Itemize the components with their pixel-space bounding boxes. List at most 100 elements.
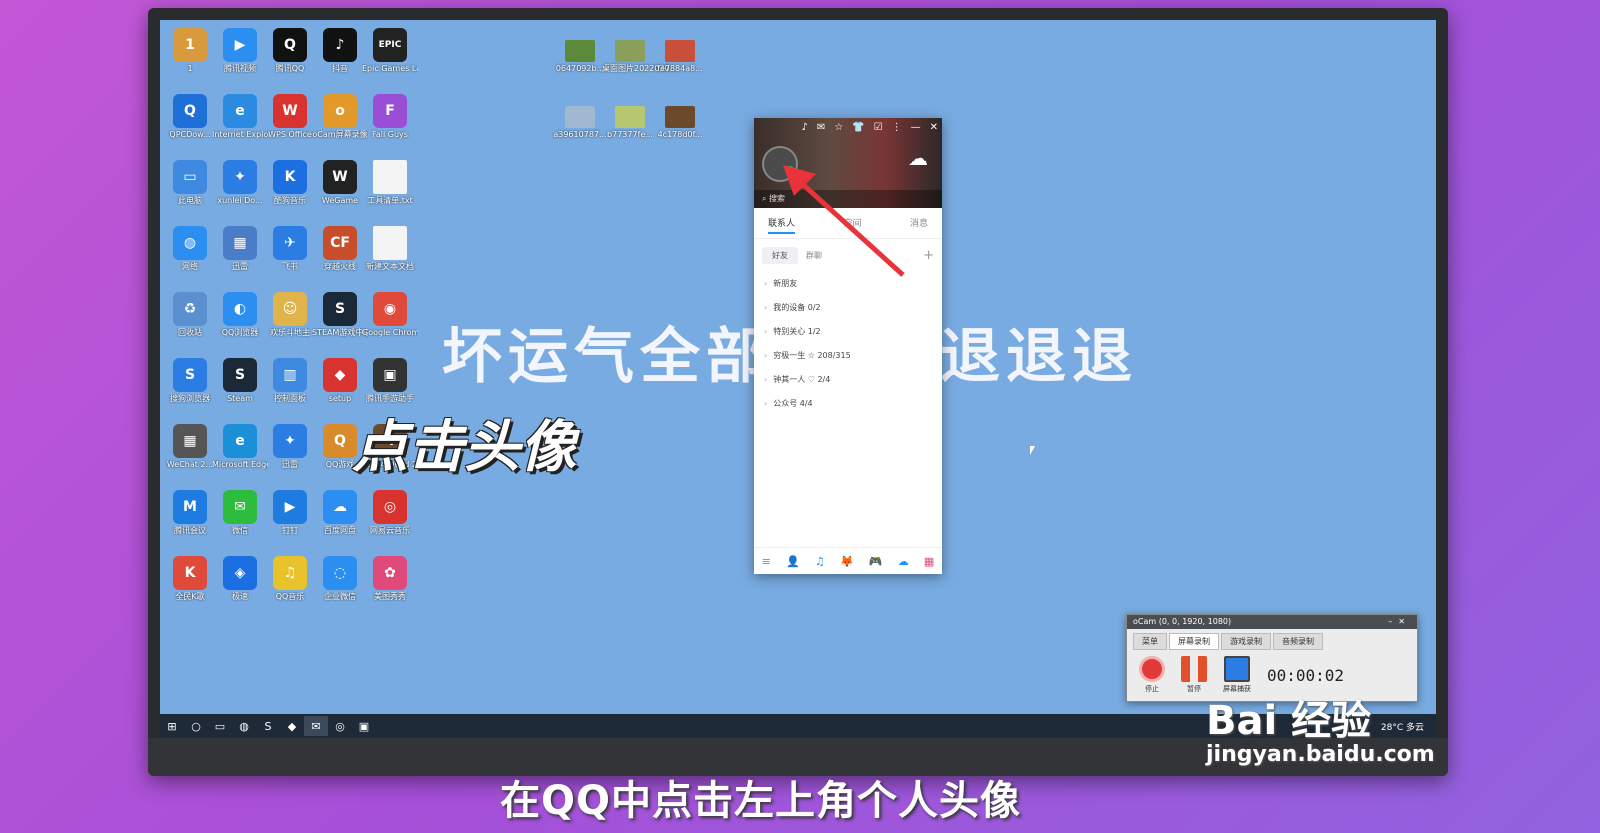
app-icon: ◆ [323,358,357,392]
desktop-icon[interactable]: e Internet Explorer [212,94,268,140]
desktop-icon[interactable]: 11 [162,28,218,74]
add-friend-icon[interactable]: 👤 [786,555,800,568]
desktop-icon[interactable]: ✦ xunlei Do... [212,160,268,206]
desktop-icon[interactable]: ☺ 欢乐斗地主 [262,292,318,338]
sogou-icon[interactable]: S [256,716,280,736]
desktop-icon[interactable]: ◐ QQ浏览器 [212,292,268,338]
desktop-icon[interactable]: ♻ 回收站 [162,292,218,338]
close-icon[interactable]: ✕ [1398,617,1411,626]
weather-icon[interactable]: ☁ [908,146,936,170]
close-icon[interactable]: ✕ [930,122,938,133]
desktop-icon[interactable]: ☁ 百度网盘 [312,490,368,536]
desktop-icon[interactable]: ✈ 飞书 [262,226,318,272]
desktop-icon[interactable]: 工具清单.txt [362,160,418,206]
desktop-icon[interactable]: ♫ QQ音乐 [262,556,318,602]
app-icon: ◐ [223,292,257,326]
desktop-image-file[interactable]: 0647092b... [552,40,608,74]
desktop-icon[interactable]: ✿ 美图秀秀 [362,556,418,602]
stop-button[interactable]: 停止 [1139,656,1165,694]
checkin-icon[interactable]: ☑ [874,122,883,133]
star-icon[interactable]: ☆ [834,122,843,133]
desktop-icon[interactable]: ▶ 腾讯视频 [212,28,268,74]
desktop-icon[interactable]: ▭ 此电脑 [162,160,218,206]
mail-icon[interactable]: ✉ [817,122,825,133]
desktop-icon[interactable]: ◍ 网络 [162,226,218,272]
desktop-icon[interactable]: ◈ 极速 [212,556,268,602]
shirt-icon[interactable]: 👕 [852,122,864,133]
desktop-icon[interactable]: ◆ setup [312,358,368,404]
desktop-icon[interactable]: ◉ Google Chrome [362,292,418,338]
cloud-icon[interactable]: ☁ [898,555,909,568]
pause-button[interactable]: 暂停 [1181,656,1207,694]
feishu-icon[interactable]: ◆ [280,716,304,736]
file-explorer-icon[interactable]: ▭ [208,716,232,736]
desktop-icon[interactable]: ▦ 迅雷 [212,226,268,272]
desktop-icon[interactable]: Q QPCDow... [162,94,218,140]
menu-icon[interactable]: ≡ [762,555,771,568]
desktop-icon[interactable]: S 搜狗浏览器 [162,358,218,404]
app-icon: S [173,358,207,392]
more-icon[interactable]: ⋮ [892,122,902,133]
app-icon: W [323,160,357,194]
desktop-icon[interactable]: CF 穿越火线 [312,226,368,272]
tab-game-record[interactable]: 游戏录制 [1221,633,1271,650]
desktop-image-file[interactable]: fe7884a8... [652,40,708,74]
desktop-icon-label: Fall Guys [372,130,408,139]
desktop-icon-label: Microsoft Edge [212,460,268,469]
desktop-icon[interactable]: ◌ 企业微信 [312,556,368,602]
desktop-icon-label: WeChat 2... [166,460,214,469]
desktop-icon[interactable]: S Steam [212,358,268,404]
game-icon[interactable]: 🎮 [869,555,883,568]
contact-group-devices[interactable]: 我的设备 0/2 [754,296,942,320]
start-menu-icon[interactable]: ⊞ [160,716,184,736]
qq-browser-icon[interactable]: ◎ [328,716,352,736]
desktop-icon[interactable]: W WPS Office [262,94,318,140]
desktop-icon[interactable]: ▶ 钉钉 [262,490,318,536]
desktop-icon[interactable]: K 酷狗音乐 [262,160,318,206]
apps-icon[interactable]: ▦ [924,555,934,568]
desktop-icon[interactable]: Q 腾讯QQ [262,28,318,74]
desktop-icon[interactable]: ◎ 网易云音乐 [362,490,418,536]
desktop-icon[interactable]: ▦ WeChat 2... [162,424,218,470]
desktop-icon[interactable]: EPIC Epic Games Launcher [362,28,418,74]
bell-icon[interactable]: ♪ [801,122,807,133]
tab-messages[interactable]: 消息 [910,216,928,234]
desktop-icon[interactable]: M 腾讯会议 [162,490,218,536]
app-icon: EPIC [373,28,407,62]
fox-icon[interactable]: 🦊 [840,555,854,568]
desktop-icon[interactable]: ✉ 微信 [212,490,268,536]
add-icon[interactable]: + [923,248,934,263]
app-icon: S [323,292,357,326]
desktop-icon-label: STEAM游戏中心 [312,328,368,337]
desktop-icon[interactable]: ▥ 控制面板 [262,358,318,404]
tab-screen-record[interactable]: 屏幕录制 [1169,633,1219,650]
desktop-icon[interactable]: F Fall Guys [362,94,418,140]
desktop-icon[interactable]: S STEAM游戏中心 [312,292,368,338]
desktop-icon[interactable]: W WeGame [312,160,368,206]
app-icon: ◈ [223,556,257,590]
music-icon[interactable]: ♫ [815,555,825,568]
browser-icon[interactable]: ◍ [232,716,256,736]
tab-menu[interactable]: 菜单 [1133,633,1167,650]
desktop-icon[interactable]: ♪ 抖音 [312,28,368,74]
contact-group-main[interactable]: 穷极一生 ☆ 208/315 [754,344,942,368]
wechat-icon[interactable]: ✉ [304,716,328,736]
contact-group-one[interactable]: 钟其一人 ♡ 2/4 [754,368,942,392]
desktop-icon[interactable]: 新建文本文档 [362,226,418,272]
desktop-icon[interactable]: o oCam屏幕录像 [312,94,368,140]
desktop-image-file[interactable]: b77377fe... [602,106,658,140]
desktop-image-file[interactable]: a39610787... [552,106,608,140]
contact-group-official[interactable]: 公众号 4/4 [754,392,942,416]
desktop-icon[interactable]: K 全民K歌 [162,556,218,602]
desktop-icon[interactable]: e Microsoft Edge [212,424,268,470]
minimize-icon[interactable]: – [1388,617,1398,626]
ocam-taskbar-icon[interactable]: ▣ [352,716,376,736]
minimize-icon[interactable]: — [911,122,921,133]
contact-group-special[interactable]: 特别关心 1/2 [754,320,942,344]
desktop-icon[interactable]: ▣ 腾讯手游助手 [362,358,418,404]
desktop-image-file[interactable]: 桌面图片2022030... [602,40,677,74]
desktop-icon[interactable]: ✦ 迅雷 [262,424,318,470]
search-icon[interactable]: ○ [184,716,208,736]
tab-audio-record[interactable]: 音频录制 [1273,633,1323,650]
desktop-image-file[interactable]: 4c178d0f... [652,106,708,140]
